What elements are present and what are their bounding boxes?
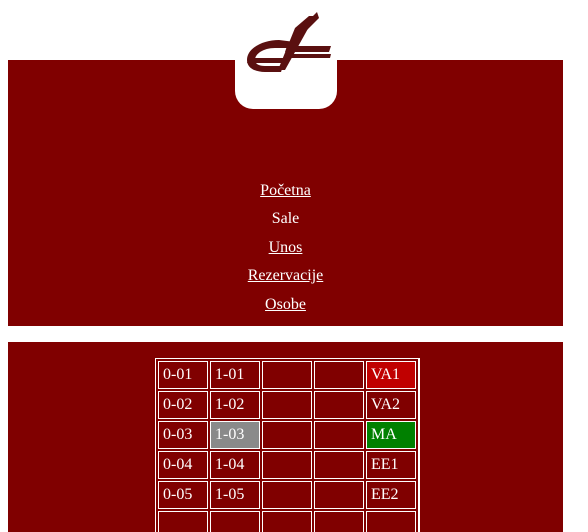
empty-cell xyxy=(314,391,364,419)
room-cell[interactable]: 0-04 xyxy=(158,451,208,479)
room-cell[interactable]: VA1 xyxy=(366,361,416,389)
table-row: 0-03 1-03 MA xyxy=(158,421,416,449)
empty-cell xyxy=(262,421,312,449)
nav-item-pocetna[interactable]: Početna xyxy=(8,180,563,208)
table-row: 0-02 1-02 VA2 xyxy=(158,391,416,419)
empty-cell xyxy=(314,481,364,509)
main-nav: Početna Sale Unos Rezervacije Osobe xyxy=(8,180,563,322)
empty-cell xyxy=(158,511,208,532)
room-cell[interactable]: 0-01 xyxy=(158,361,208,389)
room-cell[interactable]: 1-01 xyxy=(210,361,260,389)
room-cell[interactable]: VA2 xyxy=(366,391,416,419)
room-cell[interactable]: 1-03 xyxy=(210,421,260,449)
etf-logo-icon xyxy=(247,12,331,72)
room-cell[interactable]: 1-04 xyxy=(210,451,260,479)
table-row: 0-01 1-01 VA1 xyxy=(158,361,416,389)
empty-cell xyxy=(314,421,364,449)
empty-cell xyxy=(262,481,312,509)
table-row xyxy=(158,511,416,532)
nav-item-sale: Sale xyxy=(271,210,300,228)
nav-item-rezervacije[interactable]: Rezervacije xyxy=(8,265,563,293)
empty-cell xyxy=(262,361,312,389)
room-cell[interactable]: 1-05 xyxy=(210,481,260,509)
empty-cell xyxy=(314,511,364,532)
empty-cell xyxy=(366,511,416,532)
empty-cell xyxy=(262,511,312,532)
empty-cell xyxy=(314,361,364,389)
empty-cell xyxy=(262,451,312,479)
nav-item-osobe[interactable]: Osobe xyxy=(8,294,563,322)
logo[interactable] xyxy=(235,8,337,109)
nav-item-unos[interactable]: Unos xyxy=(8,237,563,265)
room-cell[interactable]: MA xyxy=(366,421,416,449)
room-cell[interactable]: 0-05 xyxy=(158,481,208,509)
room-cell[interactable]: EE2 xyxy=(366,481,416,509)
room-cell[interactable]: EE1 xyxy=(366,451,416,479)
empty-cell xyxy=(262,391,312,419)
table-row: 0-04 1-04 EE1 xyxy=(158,451,416,479)
rooms-panel: 0-01 1-01 VA1 0-02 1-02 VA2 0-03 1-03 MA 0-04 1-04… xyxy=(8,342,563,532)
empty-cell xyxy=(314,451,364,479)
room-cell[interactable]: 0-02 xyxy=(158,391,208,419)
table-row: 0-05 1-05 EE2 xyxy=(158,481,416,509)
room-cell[interactable]: 1-02 xyxy=(210,391,260,419)
rooms-table: 0-01 1-01 VA1 0-02 1-02 VA2 0-03 1-03 MA 0-04 1-04… xyxy=(155,358,420,532)
room-cell[interactable]: 0-03 xyxy=(158,421,208,449)
empty-cell xyxy=(210,511,260,532)
